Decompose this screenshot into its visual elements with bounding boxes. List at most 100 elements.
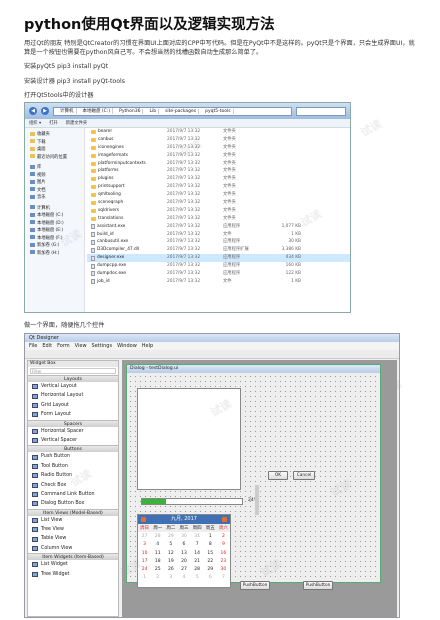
pushbutton-1[interactable]: PushButton: [240, 581, 270, 590]
cancel-button[interactable]: Cancel: [293, 471, 315, 480]
calendar-day[interactable]: 20: [177, 557, 190, 565]
breadcrumb-item[interactable]: Python36: [117, 108, 144, 114]
calendar-day[interactable]: 28: [151, 532, 164, 540]
breadcrumb-item[interactable]: 本地磁盘 (C:): [81, 108, 114, 114]
calendar-day[interactable]: 22: [204, 557, 217, 565]
file-row[interactable]: platforms 2017/9/7 13:32 文件夹: [87, 167, 350, 175]
calendar-day[interactable]: 7: [191, 541, 204, 549]
file-row[interactable]: iconengines 2017/9/7 13:32 文件夹: [87, 144, 350, 152]
widget-item[interactable]: Radio Button: [28, 471, 118, 480]
file-row[interactable]: build_id 2017/9/7 13:32 文件 1 KB: [87, 231, 350, 239]
calendar-day[interactable]: 3: [164, 574, 177, 582]
menu-item[interactable]: Window: [117, 342, 137, 350]
menu-item[interactable]: Form: [57, 342, 70, 350]
list-widget[interactable]: [137, 388, 241, 490]
file-row[interactable]: dumpdoc.exe 2017/9/7 13:32 应用程序 122 KB: [87, 270, 350, 278]
toolbar-button[interactable]: 新建文件夹: [66, 120, 87, 126]
widget-item[interactable]: Tool Button: [28, 462, 118, 471]
widget-item[interactable]: List Widget: [28, 560, 118, 569]
menu-item[interactable]: File: [29, 342, 37, 350]
calendar-day[interactable]: 1: [204, 532, 217, 540]
widget-item[interactable]: Dialog Button Box: [28, 499, 118, 508]
calendar-day[interactable]: 7: [217, 574, 230, 582]
calendar-day[interactable]: 4: [177, 574, 190, 582]
sidebar-item[interactable]: 库: [25, 164, 84, 172]
widget-item[interactable]: Table View: [28, 534, 118, 543]
address-bar[interactable]: 计算机 本地磁盘 (C:) Python36 Lib site-packages pyqt…: [53, 106, 292, 116]
widget-item[interactable]: Vertical Spacer: [28, 436, 118, 445]
calendar-day[interactable]: 29: [164, 532, 177, 540]
calendar-day[interactable]: 29: [204, 565, 217, 573]
sidebar-item[interactable]: 本地磁盘 (D:): [25, 220, 84, 228]
calendar-day[interactable]: 23: [217, 557, 230, 565]
widget-category-header[interactable]: Item Widgets (Item-Based): [28, 553, 118, 561]
next-month-icon[interactable]: [222, 517, 227, 522]
calendar-day[interactable]: 2: [217, 532, 230, 540]
calendar-day[interactable]: 18: [151, 557, 164, 565]
widget-item[interactable]: List View: [28, 516, 118, 525]
widget-item[interactable]: Horizontal Spacer: [28, 427, 118, 436]
file-row[interactable]: job_id 2017/9/7 13:32 文件 1 KB: [87, 278, 350, 286]
calendar-day[interactable]: 14: [191, 549, 204, 557]
file-row[interactable]: canbus 2017/9/7 13:32 文件夹: [87, 136, 350, 144]
calendar-day[interactable]: 5: [191, 574, 204, 582]
sidebar-item[interactable]: 新加卷 (G:): [25, 242, 84, 250]
ok-button[interactable]: OK: [268, 471, 288, 480]
calendar-day[interactable]: 10: [138, 549, 151, 557]
file-row[interactable]: imageformats 2017/9/7 13:32 文件夹: [87, 152, 350, 160]
widget-item[interactable]: Horizontal Layout: [28, 391, 118, 400]
calendar-day[interactable]: 17: [138, 557, 151, 565]
toolbar-button[interactable]: 组织 ▾: [29, 120, 41, 126]
sidebar-item[interactable]: 下载: [25, 139, 84, 147]
widget-item[interactable]: Check Box: [28, 481, 118, 490]
menu-item[interactable]: Edit: [42, 342, 52, 350]
widget-item[interactable]: Tree Widget: [28, 570, 118, 579]
calendar-day[interactable]: 21: [191, 557, 204, 565]
calendar-day[interactable]: 16: [217, 549, 230, 557]
toolbar-button[interactable]: 打开: [49, 120, 58, 126]
sidebar-item[interactable]: 本地磁盘 (C:): [25, 212, 84, 220]
back-arrow-icon[interactable]: ◀: [29, 107, 37, 115]
widget-item[interactable]: Command Link Button: [28, 490, 118, 499]
widget-filter-input[interactable]: Filter: [30, 368, 116, 374]
calendar-day[interactable]: 12: [164, 549, 177, 557]
calendar-day[interactable]: 15: [204, 549, 217, 557]
widget-category-header[interactable]: Item Views (Model-Based): [28, 508, 118, 516]
calendar-widget[interactable]: 九月, 2017 周日 周一 周二 周三 周四 周五 周六 27 28 29 30 31 1 2 3 4 5 6 7…: [137, 514, 231, 588]
widget-category-header[interactable]: Spacers: [28, 419, 118, 427]
sidebar-item[interactable]: 图片: [25, 179, 84, 187]
file-row[interactable]: plugins 2017/9/7 13:32 文件夹: [87, 175, 350, 183]
file-row[interactable]: sqldrivers 2017/9/7 13:32 文件夹: [87, 207, 350, 215]
calendar-day[interactable]: 13: [177, 549, 190, 557]
pushbutton-2[interactable]: PushButton: [303, 581, 333, 590]
calendar-day[interactable]: 4: [151, 541, 164, 549]
menu-item[interactable]: View: [75, 342, 87, 350]
sidebar-item[interactable]: 文档: [25, 187, 84, 195]
calendar-day[interactable]: 11: [151, 549, 164, 557]
calendar-day[interactable]: 3: [138, 541, 151, 549]
vertical-slider[interactable]: [255, 485, 259, 515]
calendar-day[interactable]: 6: [177, 541, 190, 549]
forward-arrow-icon[interactable]: ▶: [41, 107, 49, 115]
calendar-day[interactable]: 27: [177, 565, 190, 573]
sidebar-item[interactable]: 新加卷 (H:): [25, 250, 84, 258]
calendar-day[interactable]: 8: [204, 541, 217, 549]
widget-category-header[interactable]: Layouts: [28, 375, 118, 382]
widget-item[interactable]: Column View: [28, 544, 118, 553]
calendar-day[interactable]: 9: [217, 541, 230, 549]
file-row[interactable]: dumpcpp.exe 2017/9/7 13:32 应用程序 160 KB: [87, 262, 350, 270]
sidebar-item[interactable]: 计算机: [25, 205, 84, 213]
file-row[interactable]: designer.exe 2017/9/7 13:32 应用程序 434 KB: [87, 254, 350, 263]
menu-item[interactable]: Help: [142, 342, 153, 350]
menu-item[interactable]: Settings: [92, 342, 113, 350]
breadcrumb-item[interactable]: pyqt5-tools: [203, 108, 234, 114]
file-row[interactable]: canbusutil.exe 2017/9/7 13:32 应用程序 30 KB: [87, 238, 350, 246]
file-row[interactable]: translations 2017/9/7 13:32 文件夹: [87, 215, 350, 223]
calendar-day[interactable]: 27: [138, 532, 151, 540]
file-row[interactable]: assistant.exe 2017/9/7 13:32 应用程序 1,077 KB: [87, 223, 350, 231]
prev-month-icon[interactable]: [141, 517, 146, 522]
calendar-day[interactable]: 26: [164, 565, 177, 573]
sidebar-item[interactable]: 音乐: [25, 194, 84, 202]
calendar-day[interactable]: 6: [204, 574, 217, 582]
widget-item[interactable]: Push Button: [28, 452, 118, 461]
